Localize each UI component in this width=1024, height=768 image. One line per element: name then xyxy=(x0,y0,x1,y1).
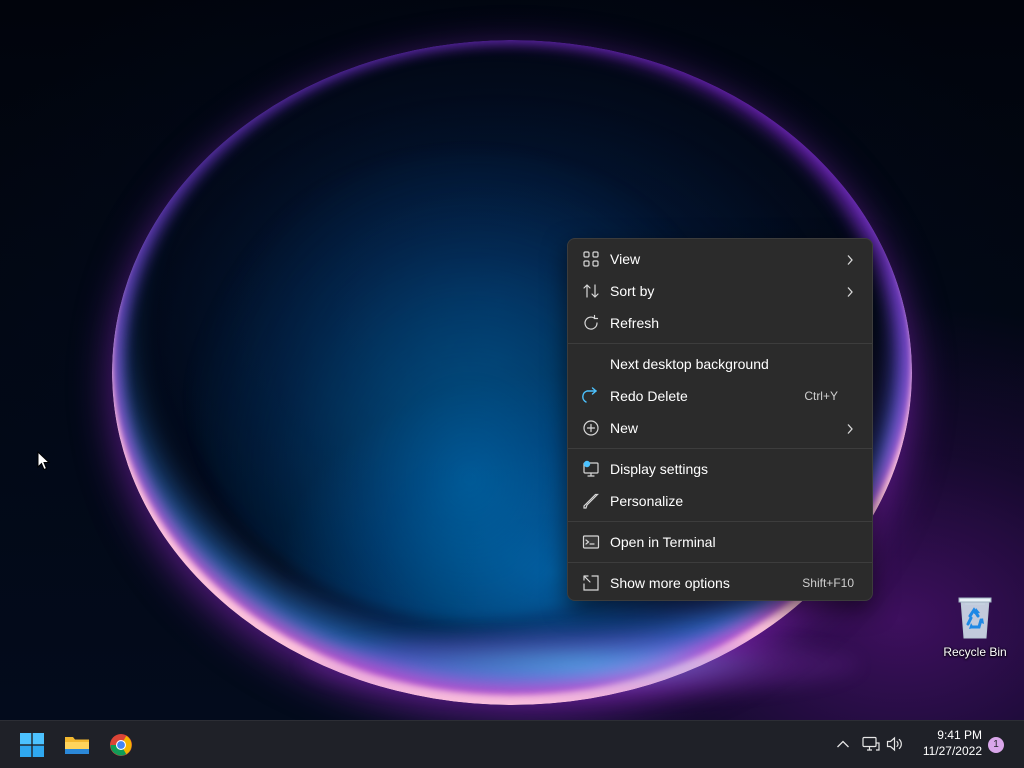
menu-item-label: Personalize xyxy=(610,493,684,509)
display-settings-icon xyxy=(582,460,600,478)
view-grid-icon xyxy=(582,250,600,268)
menu-item-label: Next desktop background xyxy=(610,356,769,372)
menu-item-label: New xyxy=(610,420,639,436)
menu-item-label: View xyxy=(610,251,641,267)
menu-separator xyxy=(568,343,872,344)
volume-button[interactable] xyxy=(884,733,906,755)
menu-item-refresh[interactable]: Refresh xyxy=(572,307,868,339)
menu-item-view[interactable]: View xyxy=(572,243,868,275)
taskbar: 9:41 PM 11/27/2022 1 xyxy=(0,720,1024,768)
network-icon xyxy=(862,736,880,751)
menu-item-label: Display settings xyxy=(610,461,709,477)
mouse-pointer-icon xyxy=(37,450,51,471)
menu-item-label: Show more options xyxy=(610,575,730,591)
clock-button[interactable]: 9:41 PM 11/27/2022 xyxy=(912,727,982,759)
notification-count-badge[interactable]: 1 xyxy=(988,737,1004,753)
network-button[interactable] xyxy=(860,733,882,755)
menu-item-display-settings[interactable]: Display settings xyxy=(572,453,868,485)
chevron-right-icon xyxy=(846,253,854,265)
windows-start-icon xyxy=(20,733,44,757)
show-hidden-icons-button[interactable] xyxy=(832,733,854,755)
recycle-bin-icon xyxy=(958,597,992,639)
menu-separator xyxy=(568,448,872,449)
desktop-context-menu: View Sort by Refresh Next desktop backgr… xyxy=(567,238,873,601)
menu-item-shortcut: Ctrl+Y xyxy=(804,389,838,403)
menu-item-sort-by[interactable]: Sort by xyxy=(572,275,868,307)
volume-icon xyxy=(886,736,902,752)
taskbar-app-file-explorer[interactable] xyxy=(57,725,97,765)
chevron-right-icon xyxy=(846,422,854,434)
menu-item-label: Open in Terminal xyxy=(610,534,716,550)
chrome-icon xyxy=(110,734,132,756)
menu-item-next-desktop-background[interactable]: Next desktop background xyxy=(572,348,868,380)
menu-item-label: Sort by xyxy=(610,283,655,299)
refresh-icon xyxy=(582,314,600,332)
taskbar-app-chrome[interactable] xyxy=(101,725,141,765)
personalize-brush-icon xyxy=(582,492,600,510)
menu-item-personalize[interactable]: Personalize xyxy=(572,485,868,517)
sort-icon xyxy=(582,282,600,300)
redo-icon xyxy=(582,387,600,405)
menu-item-label: Refresh xyxy=(610,315,660,331)
chevron-right-icon xyxy=(846,285,854,297)
menu-item-show-more-options[interactable]: Show more options Shift+F10 xyxy=(572,567,868,599)
show-more-options-icon xyxy=(582,574,600,592)
clock-time: 9:41 PM xyxy=(937,728,982,742)
start-button[interactable] xyxy=(12,725,52,765)
desktop-icon-recycle-bin[interactable]: Recycle Bin xyxy=(938,594,1012,664)
wallpaper-glow xyxy=(300,630,860,700)
menu-separator xyxy=(568,521,872,522)
menu-item-redo-delete[interactable]: Redo Delete Ctrl+Y xyxy=(572,380,868,412)
menu-item-new[interactable]: New xyxy=(572,412,868,444)
menu-separator xyxy=(568,562,872,563)
clock-date: 11/27/2022 xyxy=(922,744,982,758)
new-plus-icon xyxy=(582,419,600,437)
desktop-icon-label: Recycle Bin xyxy=(943,645,1007,659)
menu-item-shortcut: Shift+F10 xyxy=(802,576,854,590)
file-explorer-icon xyxy=(65,737,89,754)
chevron-up-icon xyxy=(837,740,849,748)
menu-item-open-in-terminal[interactable]: Open in Terminal xyxy=(572,526,868,558)
menu-item-label: Redo Delete xyxy=(610,388,688,404)
terminal-icon xyxy=(582,533,600,551)
